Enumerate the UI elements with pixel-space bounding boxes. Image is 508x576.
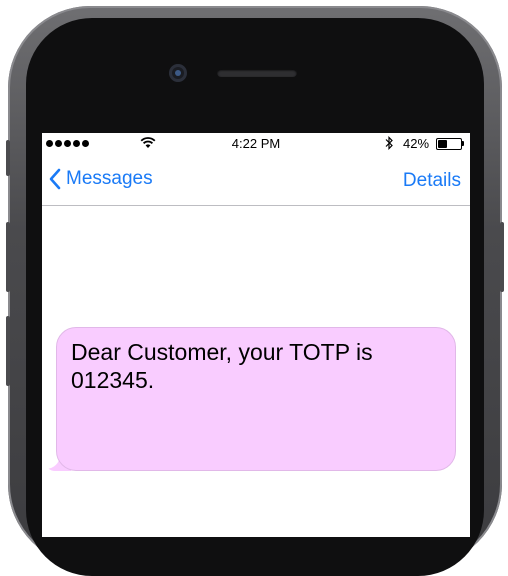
chevron-left-icon (49, 168, 61, 190)
message-text: Dear Customer, your TOTP is 012345. (71, 339, 373, 393)
volume-down-button (6, 316, 10, 386)
battery-icon (436, 138, 462, 150)
message-bubble[interactable]: Dear Customer, your TOTP is 012345. (56, 327, 456, 471)
phone-screen: 4:22 PM 42% Messages Details Dear Custom… (42, 133, 470, 537)
navigation-bar: Messages Details (42, 155, 470, 206)
earpiece-speaker (217, 69, 297, 77)
front-camera (169, 64, 187, 82)
bluetooth-icon (385, 136, 393, 150)
details-button[interactable]: Details (403, 170, 461, 192)
battery-tip (462, 141, 464, 146)
volume-up-button (6, 222, 10, 292)
battery-level (438, 140, 447, 148)
back-button[interactable]: Messages (48, 168, 153, 190)
status-bar: 4:22 PM 42% (42, 133, 470, 155)
back-button-label: Messages (66, 168, 153, 189)
mute-switch (6, 140, 10, 176)
power-button (500, 222, 504, 292)
battery-percentage: 42% (403, 136, 430, 151)
